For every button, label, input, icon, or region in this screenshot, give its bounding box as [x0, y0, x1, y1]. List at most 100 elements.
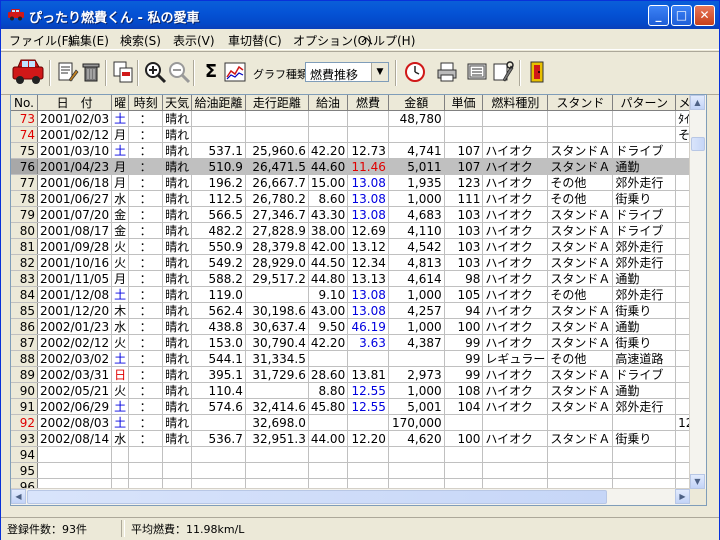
cell-day-of-week[interactable] [111, 462, 130, 479]
cell-cost[interactable]: 4,614 [388, 270, 445, 287]
col-header-time[interactable]: 時刻 [128, 95, 164, 111]
cell-odometer[interactable] [245, 382, 309, 399]
cell-time[interactable]: ： [128, 430, 164, 447]
cell-weather[interactable]: 晴れ [162, 366, 193, 383]
cell-fuel-type[interactable]: ハイオク [482, 318, 549, 335]
cell-station[interactable]: スタンドＡ [547, 334, 614, 351]
cell-time[interactable]: ： [128, 334, 164, 351]
cell-day-of-week[interactable]: 日 [111, 366, 130, 383]
cell-drive-pattern[interactable]: ドライブ [612, 206, 677, 223]
cell-time[interactable]: ： [128, 302, 164, 319]
cell-odometer[interactable]: 32,698.0 [245, 414, 309, 431]
cell-cost[interactable] [388, 126, 445, 143]
cell-fuel-type[interactable]: ハイオク [482, 254, 549, 271]
cell-cost[interactable]: 170,000 [388, 414, 445, 431]
cell-unit-price[interactable] [444, 110, 484, 127]
cell-fuel-amount[interactable]: 8.80 [308, 382, 349, 399]
cell-fuel-type[interactable]: レギュラー [482, 350, 549, 367]
cell-odometer[interactable]: 27,346.7 [245, 206, 309, 223]
cell-no[interactable]: 79 [11, 206, 38, 223]
menu-switch-car[interactable]: 車切替(C) [228, 32, 282, 49]
cell-date[interactable]: 2001/03/10 [37, 142, 113, 159]
cell-fuel-type[interactable]: ハイオク [482, 142, 549, 159]
cell-station[interactable] [547, 110, 614, 127]
menu-help[interactable]: ヘルプ(H) [361, 32, 415, 49]
cell-day-of-week[interactable]: 火 [111, 334, 130, 351]
cell-unit-price[interactable]: 123 [444, 174, 484, 191]
cell-day-of-week[interactable]: 月 [111, 174, 130, 191]
cell-fuel-type[interactable]: ハイオク [482, 158, 549, 175]
cell-date[interactable]: 2001/11/05 [37, 270, 113, 287]
cell-no[interactable]: 86 [11, 318, 38, 335]
table-row[interactable]: 91 2002/06/29 土：晴れ 574.6 32,414.6 45.80 12.55 5… [11, 398, 706, 415]
cell-fuel-type[interactable]: ハイオク [482, 334, 549, 351]
cell-no[interactable]: 94 [11, 446, 38, 463]
cell-station[interactable]: スタンドＡ [547, 382, 614, 399]
cell-unit-price[interactable]: 103 [444, 238, 484, 255]
cell-weather[interactable]: 晴れ [162, 222, 193, 239]
cell-unit-price[interactable]: 99 [444, 366, 484, 383]
cell-fuel-economy[interactable] [347, 446, 389, 463]
table-row[interactable]: 81 2001/09/28 火：晴れ 550.9 28,379.8 42.00 13.12 4… [11, 238, 706, 255]
cell-fuel-amount[interactable]: 43.30 [308, 206, 349, 223]
cell-drive-pattern[interactable]: 郊外走行 [612, 254, 677, 271]
cell-refuel-distance[interactable]: 196.2 [191, 174, 246, 191]
cell-drive-pattern[interactable]: 通勤 [612, 270, 677, 287]
table-row[interactable]: 84 2001/12/08 土：晴れ 119.0 9.10 13.08 1,000 105 ハイ… [11, 286, 706, 303]
table-row[interactable]: 78 2001/06/27 水：晴れ 112.5 26,780.2 8.60 13.08 1,… [11, 190, 706, 207]
cell-cost[interactable]: 2,973 [388, 366, 445, 383]
cell-drive-pattern[interactable]: ドライブ [612, 366, 677, 383]
cell-fuel-amount[interactable]: 9.10 [308, 286, 349, 303]
cell-fuel-type[interactable] [482, 446, 549, 463]
scroll-down-icon[interactable]: ▼ [690, 474, 705, 489]
cell-fuel-type[interactable]: ハイオク [482, 238, 549, 255]
cell-unit-price[interactable]: 105 [444, 286, 484, 303]
cell-fuel-type[interactable] [482, 462, 549, 479]
cell-fuel-amount[interactable] [308, 126, 349, 143]
cell-day-of-week[interactable]: 土 [111, 398, 130, 415]
cell-weather[interactable]: 晴れ [162, 302, 193, 319]
cell-drive-pattern[interactable]: 高速道路 [612, 350, 677, 367]
col-header-no[interactable]: No. [11, 95, 38, 111]
cell-time[interactable]: ： [128, 190, 164, 207]
cell-fuel-economy[interactable]: 13.08 [347, 190, 389, 207]
cell-fuel-type[interactable]: ハイオク [482, 366, 549, 383]
sum-icon[interactable]: Σ [199, 60, 223, 84]
cell-refuel-distance[interactable]: 537.1 [191, 142, 246, 159]
cell-station[interactable] [547, 446, 614, 463]
cell-fuel-economy[interactable]: 13.12 [347, 238, 389, 255]
cell-day-of-week[interactable]: 水 [111, 190, 130, 207]
cell-no[interactable]: 88 [11, 350, 38, 367]
cell-refuel-distance[interactable]: 536.7 [191, 430, 246, 447]
cell-fuel-amount[interactable]: 42.20 [308, 142, 349, 159]
cell-date[interactable]: 2001/08/17 [37, 222, 113, 239]
cell-date[interactable]: 2001/09/28 [37, 238, 113, 255]
cell-odometer[interactable]: 30,790.4 [245, 334, 309, 351]
cell-cost[interactable]: 48,780 [388, 110, 445, 127]
cell-odometer[interactable]: 28,929.0 [245, 254, 309, 271]
col-header-amount[interactable]: 金額 [388, 95, 445, 111]
menu-options[interactable]: オプション(O) [293, 32, 372, 49]
cell-station[interactable]: スタンドＡ [547, 302, 614, 319]
cell-unit-price[interactable]: 99 [444, 334, 484, 351]
cell-refuel-distance[interactable]: 549.2 [191, 254, 246, 271]
trash-icon[interactable] [79, 60, 103, 84]
cell-drive-pattern[interactable]: 通勤 [612, 158, 677, 175]
cell-unit-price[interactable] [444, 462, 484, 479]
cell-time[interactable]: ： [128, 382, 164, 399]
cell-day-of-week[interactable]: 水 [111, 318, 130, 335]
cell-odometer[interactable]: 27,828.9 [245, 222, 309, 239]
cell-fuel-economy[interactable]: 12.34 [347, 254, 389, 271]
print-icon[interactable] [435, 60, 459, 84]
cell-weather[interactable]: 晴れ [162, 350, 193, 367]
cell-odometer[interactable]: 28,379.8 [245, 238, 309, 255]
cell-fuel-amount[interactable] [308, 110, 349, 127]
cell-day-of-week[interactable]: 土 [111, 142, 130, 159]
col-header-odometer[interactable]: 走行距離 [245, 95, 309, 111]
cell-no[interactable]: 82 [11, 254, 38, 271]
cell-fuel-amount[interactable]: 15.00 [308, 174, 349, 191]
cell-weather[interactable]: 晴れ [162, 254, 193, 271]
cell-fuel-type[interactable]: ハイオク [482, 206, 549, 223]
cell-refuel-distance[interactable]: 544.1 [191, 350, 246, 367]
menu-view[interactable]: 表示(V) [173, 32, 215, 49]
